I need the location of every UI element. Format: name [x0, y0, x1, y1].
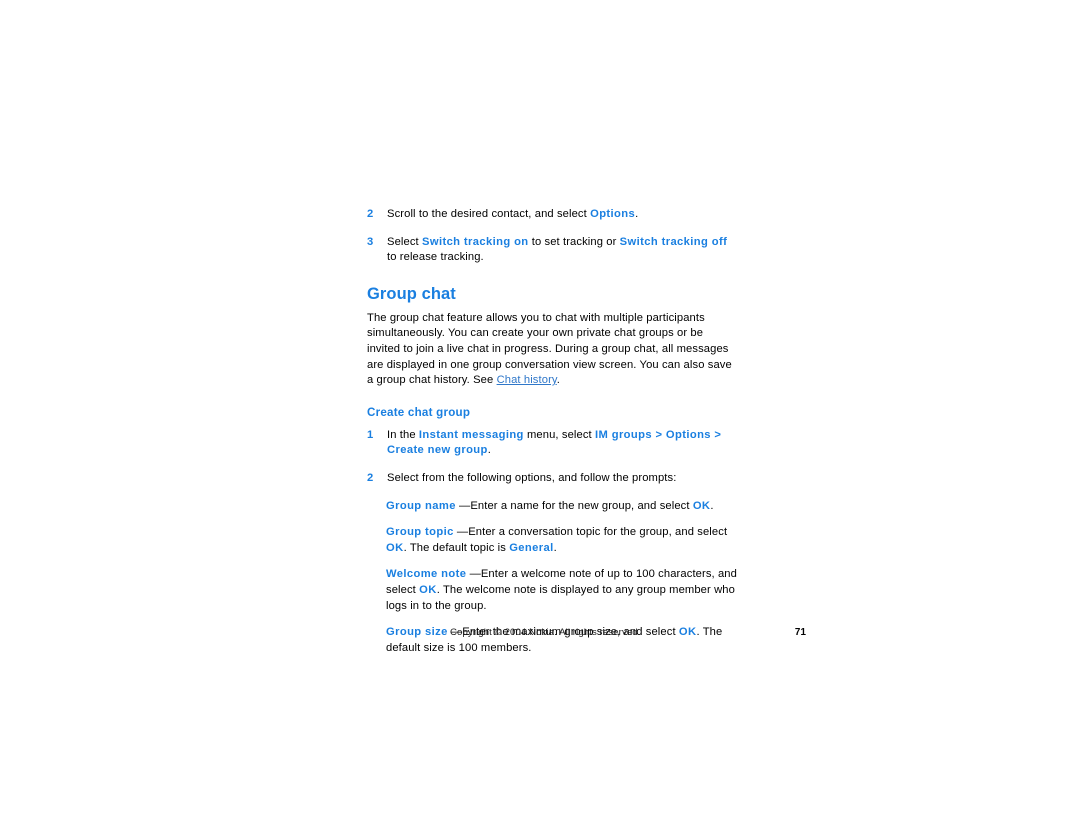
page-number: 71: [794, 627, 806, 638]
body-text: Select from the following options, and f…: [387, 471, 677, 484]
body-text: .: [487, 444, 491, 457]
subsection-heading-create-chat-group: Create chat group: [367, 405, 471, 419]
body-text: —Enter a conversation topic for the grou…: [453, 526, 728, 539]
ui-term: Switch tracking off: [619, 235, 728, 248]
body-text: . The default topic is: [403, 541, 510, 554]
ui-term: OK: [692, 499, 711, 512]
section-heading-group-chat: Group chat: [367, 284, 456, 303]
body-text: to set tracking or: [528, 235, 620, 248]
page-footer: Copyright © 2004 Nokia. All rights reser…: [450, 626, 806, 639]
body-text: to release tracking.: [387, 251, 484, 264]
body-text: —Enter a name for the new group, and sel…: [455, 499, 693, 512]
option-term: Welcome note: [386, 568, 467, 581]
option-term: Group topic: [386, 526, 454, 539]
option-term: Group size: [386, 626, 448, 639]
numbered-step: 3 Select Switch tracking on to set tracki…: [367, 235, 739, 266]
step-text: Scroll to the desired contact, and selec…: [387, 207, 739, 223]
ui-term: OK: [419, 583, 437, 596]
body-text: .: [553, 541, 557, 554]
body-text: . The welcome note is displayed to any g…: [386, 583, 735, 612]
ui-term: Options: [590, 208, 636, 220]
ui-term: Switch tracking on: [422, 235, 529, 248]
body-text: .: [710, 499, 714, 512]
option-definition: Group topic —Enter a conversation topic …: [367, 525, 739, 556]
body-text: Select: [387, 235, 422, 248]
body-text: Scroll to the desired contact, and selec…: [387, 208, 591, 220]
body-text: menu, select: [523, 428, 595, 441]
step-number: 2: [367, 471, 374, 484]
step-number: 1: [367, 428, 374, 441]
section-intro-paragraph: The group chat feature allows you to cha…: [367, 311, 739, 389]
step-text: Select from the following options, and f…: [387, 471, 739, 487]
numbered-step: 2 Scroll to the desired contact, and sele…: [367, 207, 739, 223]
option-definition: Welcome note —Enter a welcome note of up…: [367, 567, 739, 614]
option-definition: Group name —Enter a name for the new gro…: [367, 499, 739, 515]
ui-term: General: [509, 541, 554, 554]
numbered-step: 1 In the Instant messaging menu, select I…: [367, 428, 739, 459]
step-number: 3: [367, 235, 374, 248]
page-content: 2 Scroll to the desired contact, and sele…: [367, 207, 739, 667]
create-chat-group-steps-list: 1 In the Instant messaging menu, select I…: [367, 428, 739, 487]
chat-history-link[interactable]: Chat history: [497, 374, 557, 386]
intro-text-after-link: .: [556, 374, 561, 387]
step-number: 2: [367, 208, 374, 220]
step-text: In the Instant messaging menu, select IM…: [387, 428, 739, 459]
body-text: In the: [387, 428, 419, 441]
option-term: Group name: [386, 499, 456, 512]
footer-copyright: Copyright © 2004 Nokia. All rights reser…: [450, 627, 641, 638]
step-text: Select Switch tracking on to set trackin…: [387, 235, 739, 266]
ui-term: Instant messaging: [418, 428, 524, 441]
steps-continued-list: 2 Scroll to the desired contact, and sele…: [367, 207, 739, 266]
body-text: .: [635, 208, 639, 220]
document-page: 2 Scroll to the desired contact, and sele…: [0, 0, 1080, 834]
numbered-step: 2 Select from the following options, and …: [367, 471, 739, 487]
ui-term: OK: [386, 541, 404, 554]
